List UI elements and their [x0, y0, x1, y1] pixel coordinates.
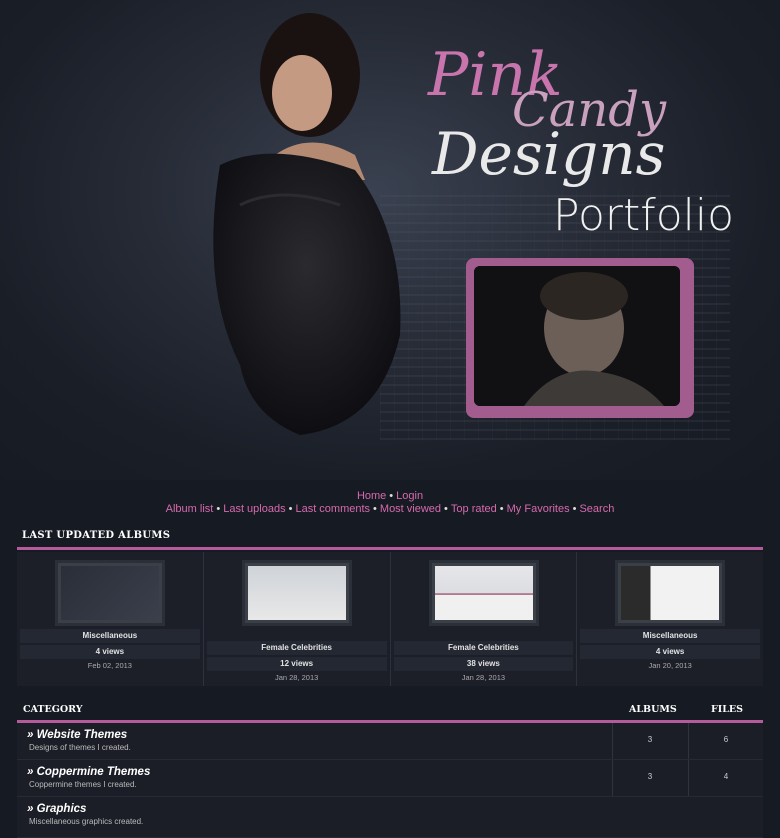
nav-separator: • — [288, 503, 293, 515]
thumbnail-image — [61, 566, 159, 620]
album-thumbnail[interactable] — [428, 560, 539, 626]
album-date: Jan 28, 2013 — [274, 673, 319, 682]
album-views: 12 views — [206, 657, 387, 671]
thumbnail-image — [247, 566, 346, 620]
nav-separator: • — [216, 503, 221, 515]
category-column-header: CATEGORY — [23, 704, 83, 715]
nav-my-favorites-link[interactable]: My Favorites — [507, 503, 570, 515]
category-name[interactable]: » Website Themes — [27, 729, 127, 741]
category-row[interactable]: » Website Themes Designs of themes I cre… — [17, 723, 763, 760]
category-row[interactable]: » Coppermine Themes Coppermine themes I … — [17, 760, 763, 797]
nav-search-link[interactable]: Search — [579, 503, 614, 515]
nav-separator: • — [499, 503, 504, 515]
logo-designs-text: Designs — [432, 120, 666, 188]
main-navigation: Home • Login Album list • Last uploads • Last … — [0, 490, 780, 516]
album-thumbnail[interactable] — [241, 560, 352, 626]
album-card[interactable]: Female Celebrities 12 views Jan 28, 2013 — [203, 552, 391, 686]
album-name[interactable]: Female Celebrities — [393, 641, 574, 655]
last-updated-albums-title: LAST UPDATED ALBUMS — [22, 530, 171, 541]
nav-last-comments-link[interactable]: Last comments — [295, 503, 370, 515]
category-description: Designs of themes I created. — [29, 743, 131, 752]
nav-last-uploads-link[interactable]: Last uploads — [223, 503, 285, 515]
album-thumbnail[interactable] — [615, 560, 726, 626]
logo-portfolio-text: Portfolio — [553, 190, 735, 241]
category-row[interactable]: » Graphics Miscellaneous graphics create… — [17, 797, 763, 838]
album-views: 38 views — [393, 657, 574, 671]
nav-row-2: Album list • Last uploads • Last comments • Mo… — [0, 503, 780, 516]
album-date: Jan 28, 2013 — [461, 673, 506, 682]
nav-separator: • — [389, 490, 394, 502]
album-views: 4 views — [580, 645, 760, 659]
album-date: Jan 20, 2013 — [648, 661, 692, 670]
nav-separator: • — [373, 503, 377, 515]
file-count: 4 — [723, 772, 729, 781]
album-date: Feb 02, 2013 — [87, 661, 132, 670]
album-views: 4 views — [20, 645, 200, 659]
album-name[interactable]: Miscellaneous — [20, 629, 200, 643]
album-name[interactable]: Miscellaneous — [580, 629, 760, 643]
last-updated-albums: Miscellaneous 4 views Feb 02, 2013 Femal… — [17, 552, 763, 686]
nav-separator: • — [444, 503, 448, 515]
files-column-header: FILES — [711, 704, 743, 715]
nav-album-list-link[interactable]: Album list — [166, 503, 214, 515]
category-description: Coppermine themes I created. — [29, 780, 137, 789]
album-card[interactable]: Female Celebrities 38 views Jan 28, 2013 — [390, 552, 578, 686]
album-count: 3 — [647, 772, 653, 781]
category-title[interactable]: Graphics — [37, 803, 87, 815]
nav-row-1: Home • Login — [0, 490, 780, 503]
album-card[interactable]: Miscellaneous 4 views Feb 02, 2013 — [17, 552, 204, 686]
header-banner: Pink Candy Designs Portfolio — [0, 0, 780, 480]
featured-photo-frame — [466, 258, 694, 418]
category-title[interactable]: Coppermine Themes — [37, 766, 151, 778]
nav-home-link[interactable]: Home — [357, 490, 386, 502]
album-count: 3 — [647, 735, 653, 744]
category-name[interactable]: » Coppermine Themes — [27, 766, 150, 778]
category-title[interactable]: Website Themes — [37, 729, 128, 741]
category-table-header: CATEGORY ALBUMS FILES — [17, 698, 763, 720]
section-divider — [17, 547, 763, 550]
nav-most-viewed-link[interactable]: Most viewed — [380, 503, 441, 515]
category-description: Miscellaneous graphics created. — [29, 817, 144, 826]
nav-top-rated-link[interactable]: Top rated — [451, 503, 497, 515]
thumbnail-image — [434, 566, 533, 620]
model-photo — [213, 13, 401, 436]
nav-login-link[interactable]: Login — [396, 490, 423, 502]
category-name[interactable]: » Graphics — [27, 803, 86, 815]
file-count: 6 — [723, 735, 729, 744]
thumbnail-image — [621, 566, 720, 620]
nav-separator: • — [572, 503, 577, 515]
featured-photo — [474, 266, 680, 406]
album-card[interactable]: Miscellaneous 4 views Jan 20, 2013 — [577, 552, 763, 686]
album-thumbnail[interactable] — [55, 560, 165, 626]
albums-column-header: ALBUMS — [629, 704, 677, 715]
album-name[interactable]: Female Celebrities — [206, 641, 387, 655]
